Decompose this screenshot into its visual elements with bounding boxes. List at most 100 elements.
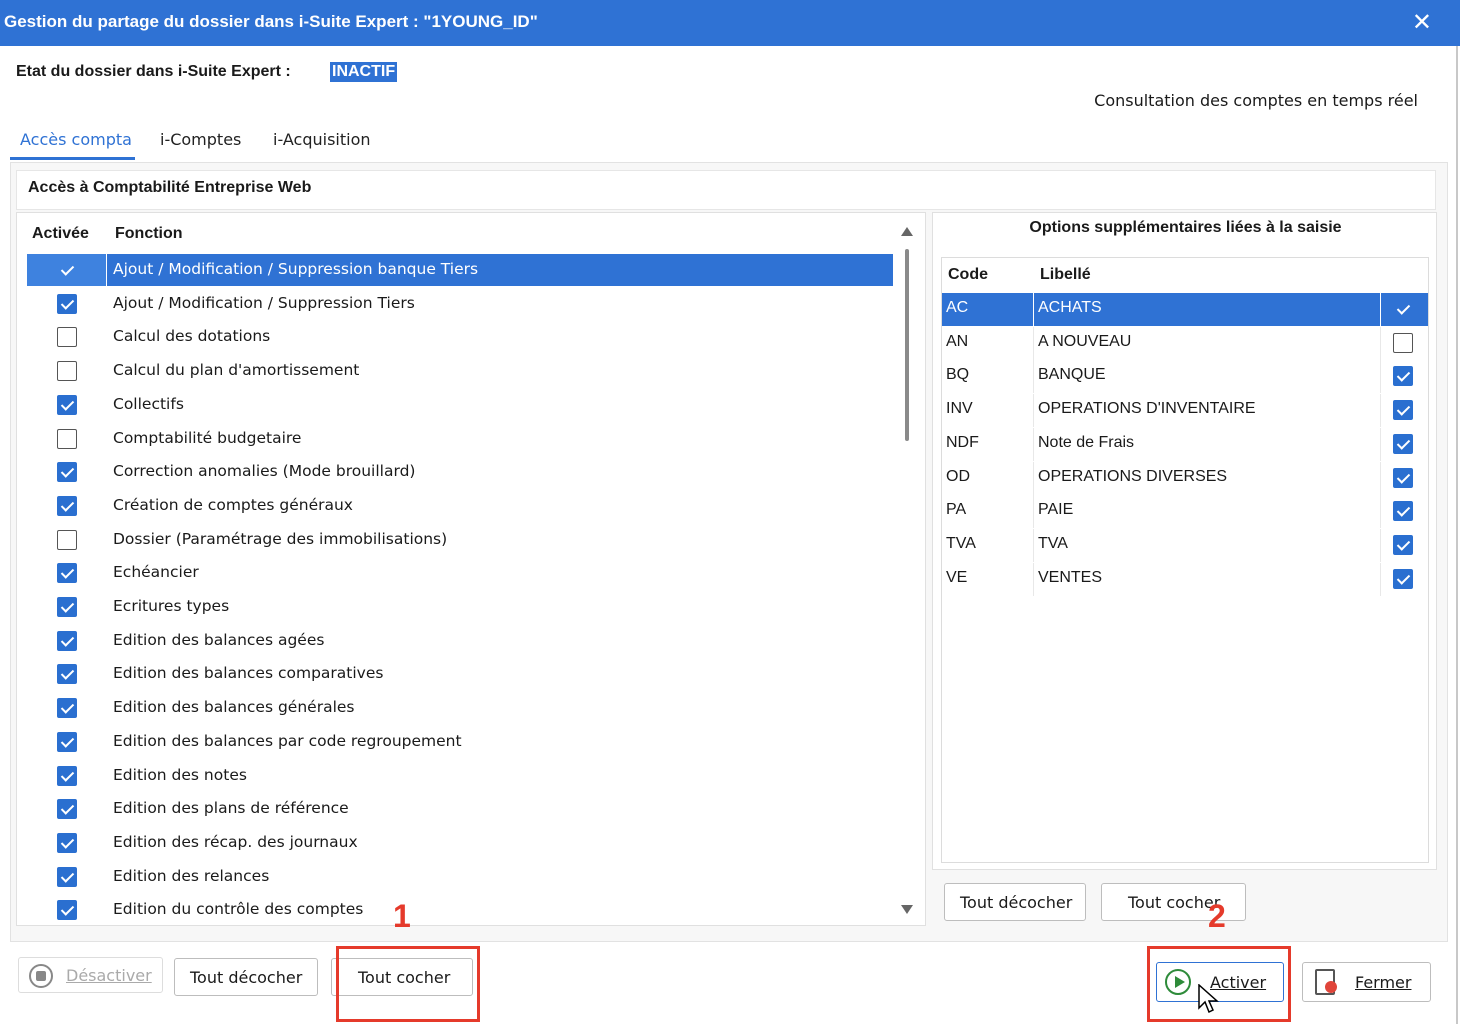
function-checkbox[interactable] <box>57 765 77 786</box>
function-row[interactable]: Calcul du plan d'amortissement <box>27 355 893 387</box>
function-checkbox[interactable] <box>57 698 77 719</box>
function-checkbox[interactable] <box>57 597 77 617</box>
function-row[interactable]: Edition des plans de référence <box>27 793 893 825</box>
options-panel: Options supplémentaires liées à la saisi… <box>932 212 1437 870</box>
function-checkbox[interactable] <box>57 563 77 584</box>
journal-row[interactable]: OD OPERATIONS DIVERSES <box>942 461 1428 495</box>
journal-checkbox[interactable] <box>1393 366 1413 387</box>
journal-checkbox[interactable] <box>1393 534 1413 555</box>
function-checkbox[interactable] <box>57 900 77 921</box>
column-divider <box>1033 562 1034 596</box>
function-checkbox[interactable] <box>57 260 77 280</box>
function-row[interactable]: Ecritures types <box>27 591 893 623</box>
function-label: Ajout / Modification / Suppression Tiers <box>113 293 415 312</box>
function-checkbox[interactable] <box>57 799 77 820</box>
function-row[interactable]: Création de comptes généraux <box>27 490 893 522</box>
function-row[interactable]: Ajout / Modification / Suppression banqu… <box>27 254 893 286</box>
function-row[interactable]: Edition des balances par code regroupeme… <box>27 726 893 758</box>
scroll-up-arrow-icon[interactable] <box>901 227 913 236</box>
function-label: Echéancier <box>113 563 199 582</box>
options-uncheck-all-button[interactable]: Tout décocher <box>944 883 1086 921</box>
function-row[interactable]: Collectifs <box>27 389 893 421</box>
journal-row[interactable]: AN A NOUVEAU <box>942 326 1428 360</box>
journal-libelle: BANQUE <box>1038 366 1106 384</box>
function-checkbox[interactable] <box>57 293 77 314</box>
column-header-libelle[interactable]: Libellé <box>1040 266 1091 284</box>
function-row[interactable]: Echéancier <box>27 557 893 589</box>
function-label: Comptabilité budgetaire <box>113 428 302 447</box>
function-checkbox[interactable] <box>57 428 77 449</box>
journal-row[interactable]: VE VENTES <box>942 562 1428 596</box>
journal-checkbox[interactable] <box>1393 467 1413 488</box>
scroll-thumb[interactable] <box>905 249 909 441</box>
tab-acces-compta[interactable]: Accès compta <box>20 130 132 149</box>
journal-checkbox[interactable] <box>1393 332 1413 353</box>
function-row[interactable]: Edition des récap. des journaux <box>27 827 893 859</box>
tab-i-acquisition[interactable]: i-Acquisition <box>273 130 371 149</box>
column-divider <box>1380 427 1381 461</box>
scrollbar[interactable] <box>897 221 919 921</box>
function-checkbox[interactable] <box>57 832 77 853</box>
journal-checkbox[interactable] <box>1393 299 1413 319</box>
function-row[interactable]: Edition des balances générales <box>27 692 893 724</box>
function-row[interactable]: Calcul des dotations <box>27 321 893 353</box>
function-row[interactable]: Edition des relances <box>27 861 893 893</box>
journal-row[interactable]: NDF Note de Frais <box>942 427 1428 461</box>
function-label: Edition des balances agées <box>113 630 325 649</box>
function-checkbox[interactable] <box>57 495 77 516</box>
journal-row[interactable]: INV OPERATIONS D'INVENTAIRE <box>942 394 1428 428</box>
function-checkbox[interactable] <box>57 327 77 348</box>
function-label: Edition des relances <box>113 866 270 885</box>
journal-row[interactable]: TVA TVA <box>942 528 1428 562</box>
close-icon[interactable]: ✕ <box>1412 8 1432 36</box>
function-row[interactable]: Edition des balances comparatives <box>27 658 893 690</box>
column-divider <box>1380 394 1381 428</box>
function-row[interactable]: Correction anomalies (Mode brouillard) <box>27 456 893 488</box>
journal-row[interactable]: PA PAIE <box>942 495 1428 529</box>
function-checkbox[interactable] <box>57 630 77 651</box>
scroll-down-arrow-icon[interactable] <box>901 905 913 914</box>
function-row[interactable]: Comptabilité budgetaire <box>27 423 893 455</box>
function-row[interactable]: Edition des balances agées <box>27 625 893 657</box>
column-divider <box>1033 360 1034 394</box>
column-divider <box>1033 495 1034 529</box>
checkbox-cell <box>27 625 107 657</box>
journal-libelle: PAIE <box>1038 501 1074 519</box>
journal-checkbox[interactable] <box>1393 568 1413 589</box>
close-button[interactable]: Fermer <box>1302 962 1431 1002</box>
function-label: Edition des plans de référence <box>113 799 349 818</box>
journal-row[interactable]: AC ACHATS <box>942 293 1428 326</box>
function-row[interactable]: Edition des notes <box>27 760 893 792</box>
journal-row[interactable]: BQ BANQUE <box>942 360 1428 394</box>
function-label: Collectifs <box>113 394 184 413</box>
function-label: Edition des balances comparatives <box>113 664 384 683</box>
function-checkbox[interactable] <box>57 664 77 685</box>
uncheck-all-button[interactable]: Tout décocher <box>174 958 318 996</box>
function-row[interactable]: Edition du contrôle des comptes <box>27 894 893 925</box>
checkbox-cell <box>27 760 107 792</box>
journal-list: Code Libellé AC ACHATS AN A NOUVEAU BQ BANQUE… <box>941 257 1429 863</box>
function-checkbox[interactable] <box>57 361 77 382</box>
section-title: Accès à Comptabilité Entreprise Web <box>28 179 312 196</box>
consult-text: Consultation des comptes en temps réel <box>1094 91 1418 110</box>
function-row[interactable]: Dossier (Paramétrage des immobilisations… <box>27 524 893 556</box>
column-header-fonction[interactable]: Fonction <box>115 225 183 243</box>
options-title: Options supplémentaires liées à la saisi… <box>1029 219 1342 236</box>
journal-checkbox[interactable] <box>1393 433 1413 454</box>
tab-i-comptes[interactable]: i-Comptes <box>160 130 241 149</box>
function-checkbox[interactable] <box>57 731 77 752</box>
function-checkbox[interactable] <box>57 394 77 415</box>
function-label: Edition du contrôle des comptes <box>113 900 364 919</box>
column-header-code[interactable]: Code <box>948 266 988 284</box>
function-checkbox[interactable] <box>57 462 77 483</box>
deactivate-button[interactable]: Désactiver <box>18 957 163 993</box>
function-checkbox[interactable] <box>57 529 77 550</box>
function-checkbox[interactable] <box>57 866 77 887</box>
column-header-activee[interactable]: Activée <box>32 225 89 243</box>
journal-checkbox[interactable] <box>1393 501 1413 522</box>
function-row[interactable]: Ajout / Modification / Suppression Tiers <box>27 288 893 320</box>
title-bar: Gestion du partage du dossier dans i-Sui… <box>0 0 1460 46</box>
status-label: Etat du dossier dans i-Suite Expert : <box>16 63 291 80</box>
journal-checkbox[interactable] <box>1393 400 1413 421</box>
journal-code: OD <box>946 467 970 485</box>
